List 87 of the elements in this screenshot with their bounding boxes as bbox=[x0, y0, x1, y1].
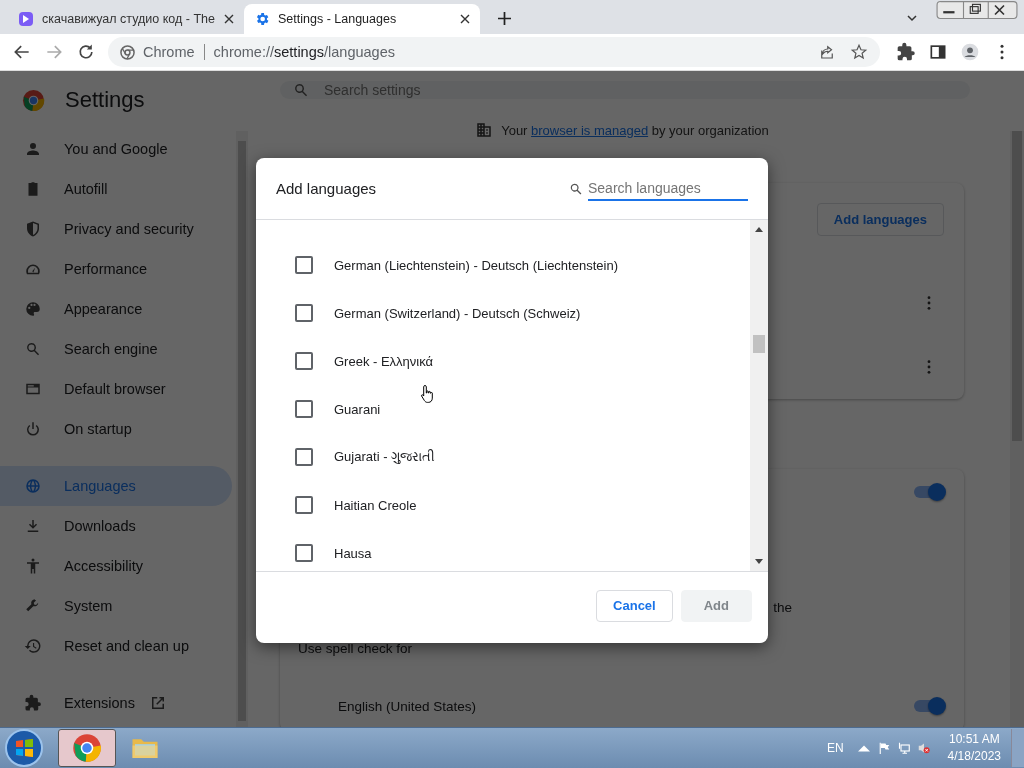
sidebar-item[interactable]: Autofill bbox=[0, 169, 232, 209]
address-bar[interactable]: Chrome chrome://settings/languages bbox=[108, 37, 880, 67]
search-icon bbox=[292, 81, 310, 99]
clock-time[interactable]: 10:51 AM bbox=[948, 731, 1000, 748]
checkbox[interactable] bbox=[295, 496, 313, 514]
new-tab-icon[interactable] bbox=[498, 12, 511, 25]
sidebar-item[interactable]: Accessibility bbox=[0, 546, 232, 586]
sidebar-item[interactable]: Reset and clean up bbox=[0, 626, 232, 666]
more-icon[interactable] bbox=[926, 359, 932, 375]
building-icon bbox=[475, 121, 494, 139]
spell-check-label: Use spell check for bbox=[298, 640, 413, 656]
chevron-down-icon[interactable] bbox=[906, 12, 918, 24]
chrome-logo bbox=[72, 733, 102, 763]
language-option[interactable]: Greek - Ελληνικά bbox=[334, 353, 434, 369]
scrollbar-thumb[interactable] bbox=[1012, 131, 1022, 441]
hand-cursor-icon bbox=[420, 384, 436, 404]
cancel-button[interactable]: Cancel bbox=[596, 589, 673, 622]
sidebar-item[interactable]: System bbox=[0, 586, 232, 626]
language-option[interactable]: Guarani bbox=[334, 401, 381, 417]
toggle-switch[interactable] bbox=[914, 486, 944, 498]
language-option[interactable]: Hausa bbox=[334, 545, 372, 561]
scrollbar[interactable] bbox=[750, 220, 768, 571]
more-icon[interactable] bbox=[926, 295, 932, 311]
gear-icon bbox=[254, 11, 270, 27]
language-name: English (United States) bbox=[338, 698, 477, 714]
palette-icon bbox=[24, 300, 42, 318]
window-controls[interactable] bbox=[934, 1, 1020, 19]
sidebar-item[interactable]: Downloads bbox=[0, 506, 232, 546]
checkbox[interactable] bbox=[295, 400, 313, 418]
sidebar-item[interactable]: On startup bbox=[0, 409, 232, 449]
close-icon[interactable] bbox=[460, 14, 470, 24]
muted-speaker-icon[interactable] bbox=[917, 742, 930, 754]
sidebar-item[interactable]: Search engine bbox=[0, 329, 232, 369]
sidebar-item[interactable]: Performance bbox=[0, 249, 232, 289]
puzzle-icon bbox=[24, 694, 42, 712]
search-icon bbox=[24, 340, 42, 358]
browser-tab[interactable]: Settings - Languages bbox=[244, 4, 480, 34]
language-option[interactable]: Gujarati - ગુજરાતી bbox=[334, 449, 436, 465]
checkbox[interactable] bbox=[295, 256, 313, 274]
language-indicator[interactable]: EN bbox=[826, 741, 844, 755]
sidebar-item[interactable]: Languages bbox=[0, 466, 232, 506]
browser-tab[interactable]: скачавижуал студио код - The bbox=[8, 4, 244, 34]
network-icon[interactable] bbox=[897, 742, 910, 754]
managed-notice: Your browser is managed by your organization bbox=[501, 122, 769, 138]
history-icon bbox=[24, 637, 42, 655]
settings-title: Settings bbox=[65, 87, 145, 113]
checkbox[interactable] bbox=[295, 544, 313, 562]
scrollbar-thumb[interactable] bbox=[753, 335, 765, 353]
puzzle-icon[interactable] bbox=[896, 42, 916, 62]
side-panel-icon[interactable] bbox=[928, 42, 948, 62]
star-icon[interactable] bbox=[850, 43, 868, 61]
taskbar-button[interactable] bbox=[58, 729, 116, 767]
checkbox[interactable] bbox=[295, 448, 313, 466]
scrollbar[interactable] bbox=[236, 131, 248, 727]
dialog-title: Add languages bbox=[276, 180, 377, 197]
chrome-icon bbox=[120, 44, 135, 60]
start-button[interactable] bbox=[4, 728, 44, 768]
scrollbar[interactable] bbox=[1010, 131, 1024, 727]
checkbox[interactable] bbox=[295, 304, 313, 322]
person-icon bbox=[24, 140, 42, 158]
app-icon bbox=[18, 11, 34, 27]
chrome-logo bbox=[22, 88, 45, 112]
scroll-down-icon[interactable] bbox=[755, 559, 763, 565]
description-text: the bbox=[773, 600, 792, 615]
accessibility-icon bbox=[24, 557, 42, 575]
clock-date[interactable]: 4/18/2023 bbox=[947, 748, 1001, 765]
language-option[interactable]: Haitian Creole bbox=[334, 497, 417, 513]
sidebar-item[interactable]: Appearance bbox=[0, 289, 232, 329]
language-option[interactable]: German (Liechtenstein) - Deutsch (Liechtenstein) bbox=[334, 257, 618, 273]
language-option[interactable]: German (Switzerland) - Deutsch (Schweiz) bbox=[334, 305, 581, 321]
close-icon[interactable] bbox=[224, 14, 234, 24]
add-languages-button[interactable]: Add languages bbox=[816, 203, 944, 236]
flag-icon[interactable] bbox=[877, 742, 890, 754]
sidebar-item[interactable]: Privacy and security bbox=[0, 209, 232, 249]
scroll-up-icon[interactable] bbox=[755, 226, 763, 232]
sidebar-item[interactable]: Default browser bbox=[0, 369, 232, 409]
checkbox[interactable] bbox=[295, 352, 313, 370]
shield-icon bbox=[24, 220, 42, 238]
profile-icon[interactable] bbox=[960, 42, 980, 62]
share-icon[interactable] bbox=[818, 43, 836, 61]
sidebar-item[interactable]: Extensions bbox=[0, 683, 232, 723]
reload-icon[interactable] bbox=[76, 42, 96, 62]
managed-link[interactable]: browser is managed bbox=[531, 122, 649, 138]
globe-icon bbox=[24, 477, 42, 495]
toggle-switch[interactable] bbox=[914, 700, 944, 712]
sidebar-item[interactable]: You and Google bbox=[0, 129, 232, 169]
power-icon bbox=[24, 420, 42, 438]
